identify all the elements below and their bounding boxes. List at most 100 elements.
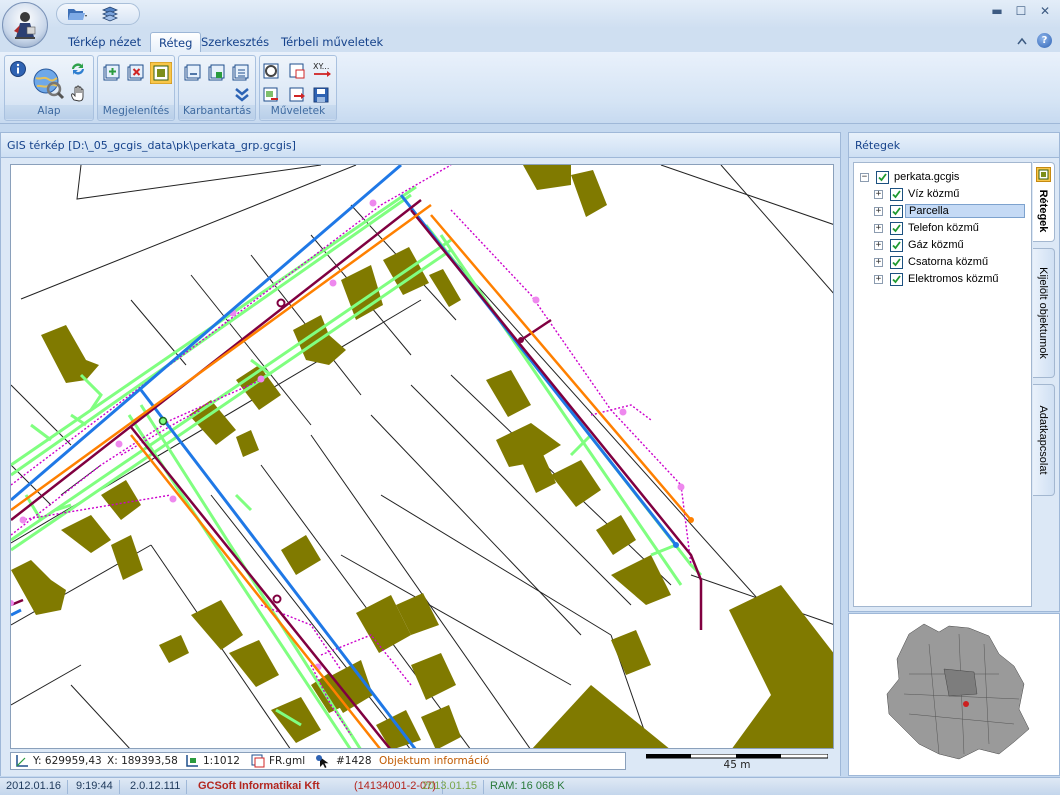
- map-panel-title: GIS térkép [D:\_05_gcgis_data\pk\perkata…: [0, 132, 841, 158]
- tab-edit[interactable]: Szerkesztés: [193, 32, 277, 52]
- tree-item-water[interactable]: + Víz közmű: [854, 187, 1024, 203]
- collapse-ribbon-icon[interactable]: [1017, 37, 1027, 45]
- map-panel: Y: 629959,43 X: 189393,58 1:1012 FR.gml …: [0, 158, 841, 776]
- collapse-expander-icon[interactable]: −: [860, 173, 869, 182]
- save-layer-icon[interactable]: [312, 86, 330, 104]
- expand-expander-icon[interactable]: +: [874, 224, 883, 233]
- minimize-button[interactable]: ▬: [990, 4, 1004, 18]
- side-tab-label: Kijelölt objektumok: [1037, 267, 1049, 359]
- status-time: 9:19:44: [70, 780, 120, 794]
- side-tab-label: Rétegek: [1037, 189, 1049, 233]
- layers-tree: − perkata.gcgis + Víz közmű + Parcella +…: [853, 162, 1032, 607]
- side-tab-layers[interactable]: Rétegek: [1033, 162, 1055, 242]
- title-bar: ▬ ☐ ✕: [0, 0, 1060, 28]
- tab-spatial-operations[interactable]: Térbeli műveletek: [273, 32, 391, 52]
- layer-delete-icon[interactable]: [288, 62, 306, 80]
- layers-stack-icon: [101, 6, 119, 22]
- side-tab-selected-objects[interactable]: Kijelölt objektumok: [1033, 248, 1055, 378]
- tree-item-electric[interactable]: + Elektromos közmű: [854, 272, 1024, 288]
- ribbon-tab-row: Térkép nézet Réteg Szerkesztés Térbeli m…: [0, 28, 1060, 52]
- chevron-double-down-icon[interactable]: [233, 86, 251, 104]
- close-button[interactable]: ✕: [1038, 4, 1052, 18]
- layer-checkbox[interactable]: [890, 273, 903, 286]
- globe-search-icon[interactable]: [31, 66, 65, 100]
- move-layer-icon[interactable]: [288, 86, 306, 104]
- tree-root-label: perkata.gcgis: [894, 171, 960, 183]
- tree-root-row[interactable]: − perkata.gcgis: [854, 170, 1024, 186]
- checkmark-icon: [892, 241, 901, 250]
- layer-checkbox[interactable]: [890, 205, 903, 218]
- tree-item-gas[interactable]: + Gáz közmű: [854, 238, 1024, 254]
- object-id: #1428: [336, 755, 372, 767]
- root-layer-checkbox[interactable]: [876, 171, 889, 184]
- maximize-button[interactable]: ☐: [1014, 4, 1028, 18]
- layer-import-icon[interactable]: [207, 64, 225, 82]
- xy-label: XY...: [313, 62, 329, 71]
- export-layer-icon[interactable]: [262, 86, 280, 104]
- refresh-icon[interactable]: [69, 60, 87, 78]
- layer-checkbox[interactable]: [890, 222, 903, 235]
- tab-map-view[interactable]: Térkép nézet: [60, 32, 149, 52]
- layer-properties-icon: [1036, 167, 1051, 182]
- status-date: 2012.01.16: [0, 780, 69, 794]
- layer-label: Elektromos közmű: [908, 273, 999, 285]
- coordinate-axes-icon: [16, 755, 28, 767]
- status-bar: 2012.01.16 9:19:44 2.0.12.111 GCSoft Inf…: [0, 777, 1060, 795]
- checkmark-icon: [892, 224, 901, 233]
- expand-expander-icon[interactable]: +: [874, 207, 883, 216]
- xy-coordinates-icon[interactable]: XY...: [312, 60, 334, 78]
- side-tab-data-connection[interactable]: Adatkapcsolat: [1033, 384, 1055, 496]
- pan-hand-icon[interactable]: [69, 84, 87, 102]
- expand-expander-icon[interactable]: +: [874, 275, 883, 284]
- checkmark-icon: [878, 173, 887, 182]
- map-drawing[interactable]: [11, 165, 834, 749]
- tree-item-parcel[interactable]: + Parcella: [854, 204, 1025, 220]
- expand-expander-icon[interactable]: +: [874, 258, 883, 267]
- map-status-bar: Y: 629959,43 X: 189393,58 1:1012 FR.gml …: [10, 752, 626, 770]
- remove-layer-icon[interactable]: [126, 64, 144, 82]
- layer-checkbox[interactable]: [890, 239, 903, 252]
- expand-expander-icon[interactable]: +: [874, 241, 883, 250]
- layer-label: Parcella: [905, 204, 1025, 218]
- help-icon[interactable]: ?: [1037, 33, 1052, 48]
- overview-map-drawing[interactable]: [849, 614, 1059, 775]
- ribbon-group-basic: Alap: [4, 55, 94, 121]
- side-tab-label: Adatkapcsolat: [1037, 405, 1049, 475]
- scale-ruler-icon: [186, 755, 198, 767]
- x-coordinate: X: 189393,58: [107, 755, 178, 767]
- expand-expander-icon[interactable]: +: [874, 190, 883, 199]
- layer-checkbox[interactable]: [890, 188, 903, 201]
- layer-checkbox[interactable]: [890, 256, 903, 269]
- checkmark-icon: [892, 207, 901, 216]
- layer-table-icon[interactable]: [231, 64, 249, 82]
- checkmark-icon: [892, 275, 901, 284]
- layer-properties-icon[interactable]: [150, 62, 172, 84]
- layer-copy-icon[interactable]: [183, 64, 201, 82]
- group-label: Műveletek: [260, 105, 336, 119]
- add-layer-icon[interactable]: [102, 64, 120, 82]
- app-logo-icon: [14, 12, 36, 39]
- checkmark-icon: [892, 258, 901, 267]
- tree-item-sewer[interactable]: + Csatorna közmű: [854, 255, 1024, 271]
- application-menu-button[interactable]: [2, 2, 48, 48]
- info-icon[interactable]: [9, 60, 27, 78]
- scale-bar-label: 45 m: [723, 759, 751, 771]
- tree-item-telephone[interactable]: + Telefon közmű: [854, 221, 1024, 237]
- overview-map[interactable]: [848, 613, 1060, 776]
- map-scale[interactable]: 1:1012: [203, 755, 240, 767]
- info-pointer-icon: [316, 755, 329, 768]
- map-canvas[interactable]: [10, 164, 834, 749]
- open-button[interactable]: [67, 5, 89, 23]
- current-view-marker: [963, 701, 969, 707]
- status-build-date: 2013.01.15: [416, 780, 485, 794]
- layers-button[interactable]: [99, 5, 121, 23]
- status-version: 2.0.12.111: [124, 780, 188, 794]
- ribbon-right-controls: ?: [1017, 33, 1052, 48]
- folder-open-icon: [68, 9, 87, 20]
- layer-label: Telefon közmű: [908, 222, 979, 234]
- layers-panel: − perkata.gcgis + Víz közmű + Parcella +…: [848, 158, 1060, 612]
- layer-refresh-icon[interactable]: [262, 62, 280, 80]
- y-coordinate: Y: 629959,43: [33, 755, 102, 767]
- group-label: Karbantartás: [179, 105, 255, 119]
- window-controls: ▬ ☐ ✕: [990, 4, 1052, 18]
